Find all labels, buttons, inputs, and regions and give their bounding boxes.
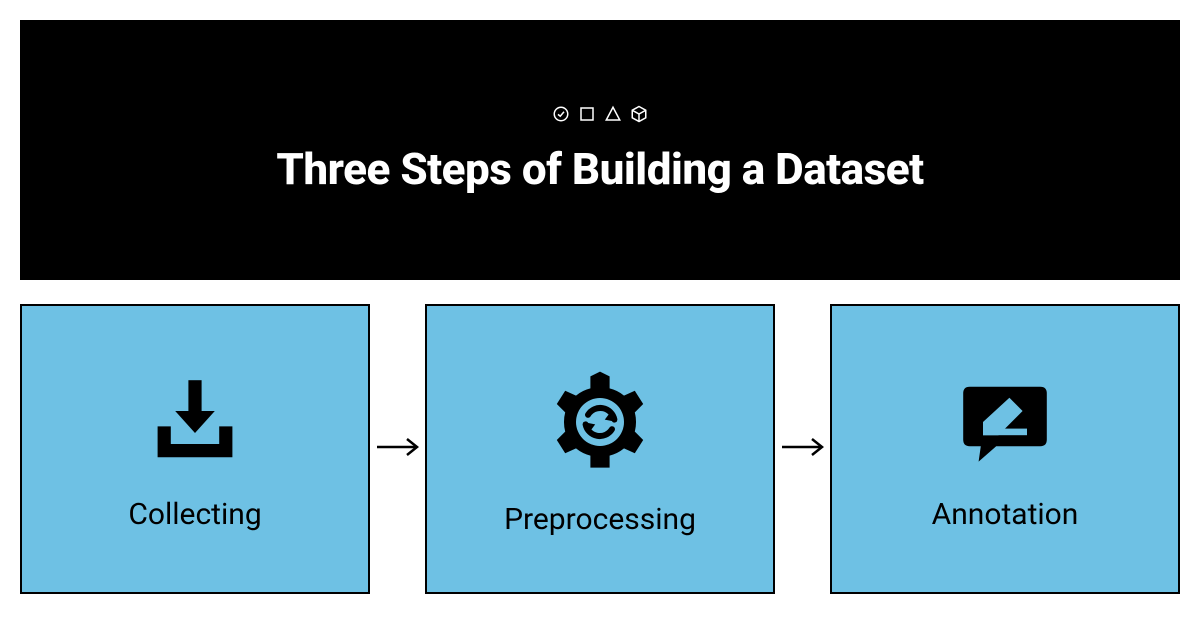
step-label: Collecting: [128, 497, 261, 532]
arrow-1: [370, 435, 425, 463]
gear-refresh-icon: [540, 362, 660, 482]
check-circle-icon: [552, 105, 570, 127]
step-label: Annotation: [932, 497, 1079, 532]
steps-row: Collecting: [20, 304, 1180, 594]
download-tray-icon: [140, 367, 250, 477]
header-icon-row: [552, 105, 648, 127]
arrow-right-icon: [780, 435, 826, 463]
arrow-2: [775, 435, 830, 463]
page-title: Three Steps of Building a Dataset: [276, 143, 923, 195]
cube-icon: [630, 105, 648, 127]
chat-edit-icon: [950, 367, 1060, 477]
step-annotation: Annotation: [830, 304, 1180, 594]
square-icon: [578, 105, 596, 127]
arrow-right-icon: [375, 435, 421, 463]
triangle-icon: [604, 105, 622, 127]
header-panel: Three Steps of Building a Dataset: [20, 20, 1180, 280]
step-preprocessing: Preprocessing: [425, 304, 775, 594]
step-collecting: Collecting: [20, 304, 370, 594]
step-label: Preprocessing: [504, 502, 696, 537]
